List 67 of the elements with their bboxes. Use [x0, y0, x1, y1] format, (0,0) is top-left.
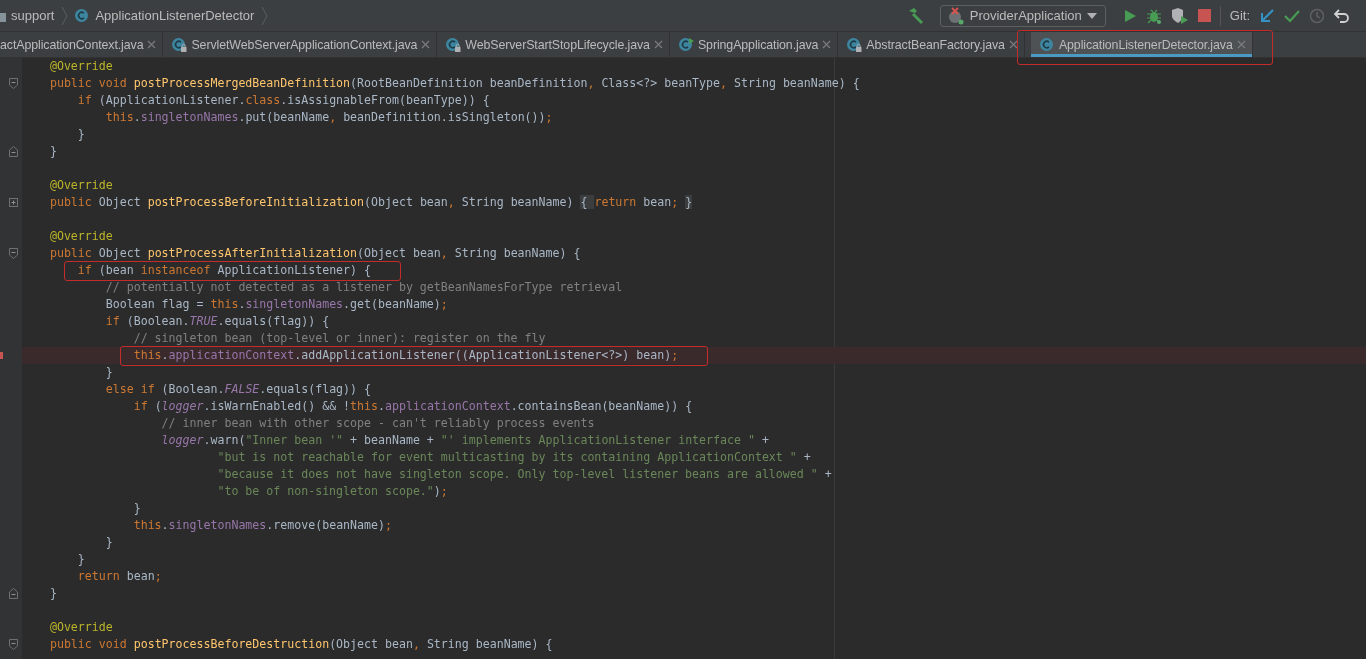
vcs-label: Git:: [1229, 8, 1250, 23]
error-marker-icon[interactable]: [0, 352, 3, 359]
run-icon[interactable]: [1122, 8, 1137, 23]
breadcrumb-item[interactable]: ApplicationListenerDetector: [95, 8, 255, 23]
editor-tab[interactable]: actApplicationContext.java: [0, 32, 164, 57]
code-line: public void postProcessMergedBeanDefinition(RootBeanDefinition beanDefinition, Class<?> beanType, String beanName) {: [48, 75, 861, 92]
run-config-dropdown[interactable]: ProviderApplication: [939, 4, 1106, 27]
chevron-icon: [61, 6, 69, 25]
code-line: else if (Boolean.FALSE.equals(flag)) {: [104, 381, 373, 398]
code-line: }: [104, 534, 114, 551]
code-line: }: [48, 585, 58, 602]
code-line: if (logger.isWarnEnabled() && !this.applicationContext.containsBean(beanName)) {: [132, 398, 694, 415]
breadcrumb-item[interactable]: support: [11, 8, 55, 23]
code-line: }: [132, 500, 142, 517]
coverage-icon[interactable]: [1170, 7, 1189, 24]
update-arrow-icon[interactable]: [1259, 7, 1275, 24]
code-line: }: [76, 126, 86, 143]
code-line: // potentially not detected as a listener by getBeanNamesForType retrieval: [104, 279, 624, 296]
debug-icon[interactable]: [1145, 7, 1162, 24]
editor-tab[interactable]: ApplicationListenerDetector.java: [1030, 32, 1253, 57]
close-icon[interactable]: [822, 40, 832, 49]
code-line: this.singletonNames.put(beanName, beanDefinition.isSingleton());: [104, 109, 554, 126]
fold-icon[interactable]: [9, 639, 18, 650]
code-line: logger.warn("Inner bean '" + beanName + "' implements ApplicationListener interface " +: [160, 432, 770, 449]
code-line: @Override: [48, 177, 114, 194]
chevron-icon: [261, 6, 269, 25]
history-clock-icon[interactable]: [1309, 7, 1325, 24]
code-line: return bean;: [76, 568, 163, 585]
code-line: Boolean flag = this.singletonNames.get(beanName);: [104, 296, 449, 313]
code-line: }: [48, 143, 58, 160]
fold-icon[interactable]: [9, 248, 18, 259]
code-line: "because it does not have singleton scope. Only top-level listener beans are allowed " +: [216, 466, 833, 483]
code-line: public Object postProcessBeforeInitialization(Object bean, String beanName) { return bean; }: [48, 194, 694, 211]
code-line: if (ApplicationListener.class.isAssignableFrom(beanType)) {: [76, 92, 491, 109]
class-icon: [445, 36, 462, 53]
code-line: }: [76, 551, 86, 568]
expand-icon[interactable]: [9, 198, 18, 207]
code-line: public void postProcessBeforeDestruction(Object bean, String beanName) {: [48, 636, 554, 653]
code-line: @Override: [48, 228, 114, 245]
class-icon: [1038, 36, 1055, 53]
code-line: "but is not reachable for event multicasting by its containing ApplicationContext " +: [216, 449, 812, 466]
checkmark-icon[interactable]: [1284, 8, 1300, 23]
code-line: @Override: [48, 619, 114, 636]
class-icon: [846, 36, 863, 53]
caret-icon: [1086, 12, 1097, 19]
close-icon[interactable]: [1236, 40, 1246, 49]
fold-icon[interactable]: [9, 78, 18, 89]
class-icon: [171, 36, 188, 53]
code-line: @Override: [48, 58, 114, 75]
close-icon[interactable]: [421, 40, 431, 49]
code-line: if (Boolean.TRUE.equals(flag)) {: [104, 313, 331, 330]
class-icon: [677, 36, 694, 53]
fold-icon[interactable]: [9, 588, 18, 599]
code-line: if (bean instanceof ApplicationListener) {: [76, 262, 372, 279]
close-icon[interactable]: [147, 40, 157, 49]
code-line: "to be of non-singleton scope.");: [216, 483, 449, 500]
close-icon[interactable]: [653, 40, 663, 49]
undo-icon[interactable]: [1334, 7, 1350, 24]
fold-icon[interactable]: [9, 146, 18, 157]
class-icon: [74, 7, 91, 24]
close-icon[interactable]: [1008, 40, 1018, 49]
code-line: // singleton bean (top-level or inner): register on the fly: [132, 330, 547, 347]
code-line: }: [104, 364, 114, 381]
code-line: // inner bean with other scope - can't reliably process events: [160, 415, 596, 432]
code-line: public Object postProcessAfterInitialization(Object bean, String beanName) {: [48, 245, 582, 262]
code-line: this.singletonNames.remove(beanName);: [132, 517, 393, 534]
stop-icon[interactable]: [1197, 9, 1211, 22]
